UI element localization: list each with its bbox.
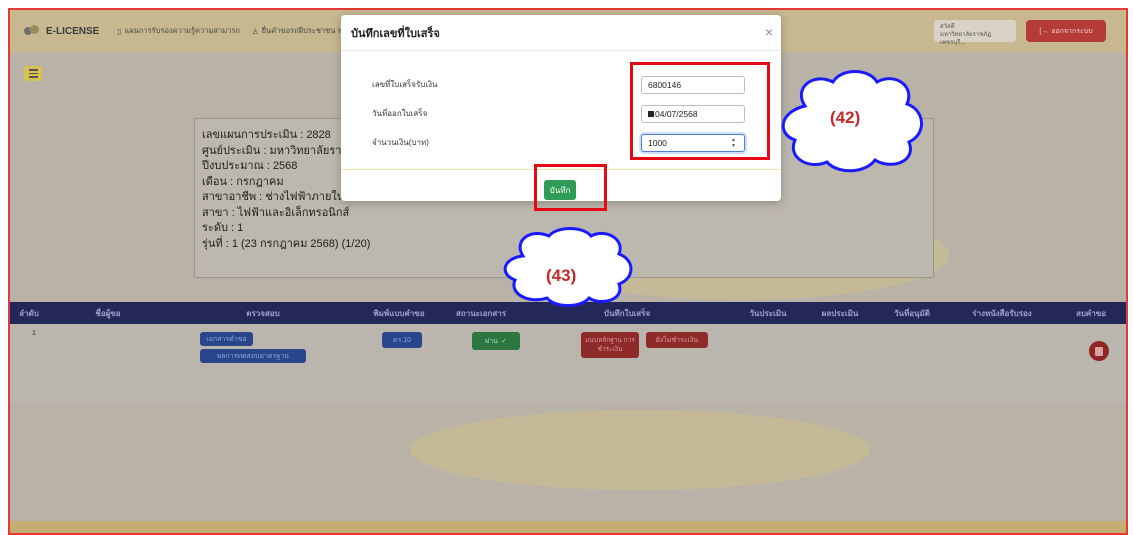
check-circle-icon: ✓: [500, 338, 507, 345]
col-approve-date: วันที่อนุมัติ: [894, 308, 930, 318]
delete-request-button[interactable]: [1089, 341, 1109, 361]
col-certificate: ร่างหนังสือรับรอง: [972, 308, 1032, 318]
callout-label-42: (42): [830, 108, 861, 127]
logout-icon: [→: [1039, 27, 1049, 35]
exam-result-button[interactable]: ผลการทดสอบมาตรฐาน: [200, 349, 306, 363]
highlight-box-fields: [630, 62, 770, 160]
doc-request-button[interactable]: เอกสารคำขอ: [200, 332, 253, 346]
receipt-date-label: วันที่ออกใบเสร็จ: [372, 109, 428, 118]
main-nav: ▯ แผนการรับรองความรู้ความสามารถ ♙ ยื่นคำขอ…: [117, 25, 347, 37]
nav-item-plans[interactable]: ▯ แผนการรับรองความรู้ความสามารถ: [117, 25, 240, 37]
brand-name: E-LICENSE: [46, 25, 100, 37]
col-check: ตรวจสอบ: [246, 308, 280, 318]
receipt-number-label: เลขที่ใบเสร็จรับเงิน: [372, 80, 438, 89]
col-doc-status: สถานะเอกสาร: [455, 308, 507, 318]
doc-status-badge: ผ่าน ✓: [472, 332, 520, 350]
payment-status-badge: ยังไม่ชำระเงิน: [646, 332, 708, 348]
col-index: ลำดับ: [19, 308, 39, 318]
brand-logo-icon: [24, 25, 40, 37]
col-print-form: พิมพ์แบบคำขอ: [373, 308, 425, 318]
branch: สาขา : ไฟฟ้าและอิเล็กทรอนิกส์: [202, 206, 350, 219]
brand[interactable]: E-LICENSE: [24, 25, 99, 37]
col-receipt: บันทึกใบเสร็จ: [603, 308, 651, 318]
callout-label-43: (43): [546, 266, 577, 285]
hamburger-icon: [28, 69, 38, 71]
trash-icon: [1095, 346, 1103, 356]
col-assess-date: วันประเมิน: [749, 308, 787, 318]
modal-title: บันทึกเลขที่ใบเสร็จ: [341, 15, 781, 51]
table-row: [10, 324, 1126, 404]
amount-label: จำนวนเงิน(บาท): [372, 138, 429, 147]
close-icon[interactable]: ×: [765, 24, 773, 40]
level: ระดับ : 1: [202, 222, 244, 234]
row-index: 1: [32, 330, 36, 337]
batch: รุ่นที่ : 1 (23 กรกฎาคม 2568) (1/20): [202, 237, 371, 250]
footer-bar: [10, 521, 1126, 533]
user-icon: ♙: [251, 26, 259, 36]
logout-button[interactable]: [→ ออกจากระบบ: [1026, 20, 1106, 42]
book-icon: ▯: [117, 26, 122, 36]
user-info[interactable]: สวัสดี มหาวิทยาลัยราชภัฏเพชรบุรี...: [934, 20, 1016, 46]
background-decoration: [410, 410, 870, 490]
col-result: ผลประเมิน: [821, 308, 859, 318]
nav-item-requests[interactable]: ♙ ยื่นคำขอรถฝีประชาชน ฟอ: [252, 25, 347, 37]
col-applicant: ชื่อผู้ขอ: [95, 308, 121, 318]
highlight-box-save: [534, 164, 607, 211]
upload-payment-proof-button[interactable]: แนบหลักฐาน การชำระเงิน: [581, 332, 639, 358]
menu-toggle-button[interactable]: [24, 66, 42, 81]
col-delete: ลบคำขอ: [1075, 308, 1107, 318]
print-form-button[interactable]: คร.10: [382, 332, 422, 348]
